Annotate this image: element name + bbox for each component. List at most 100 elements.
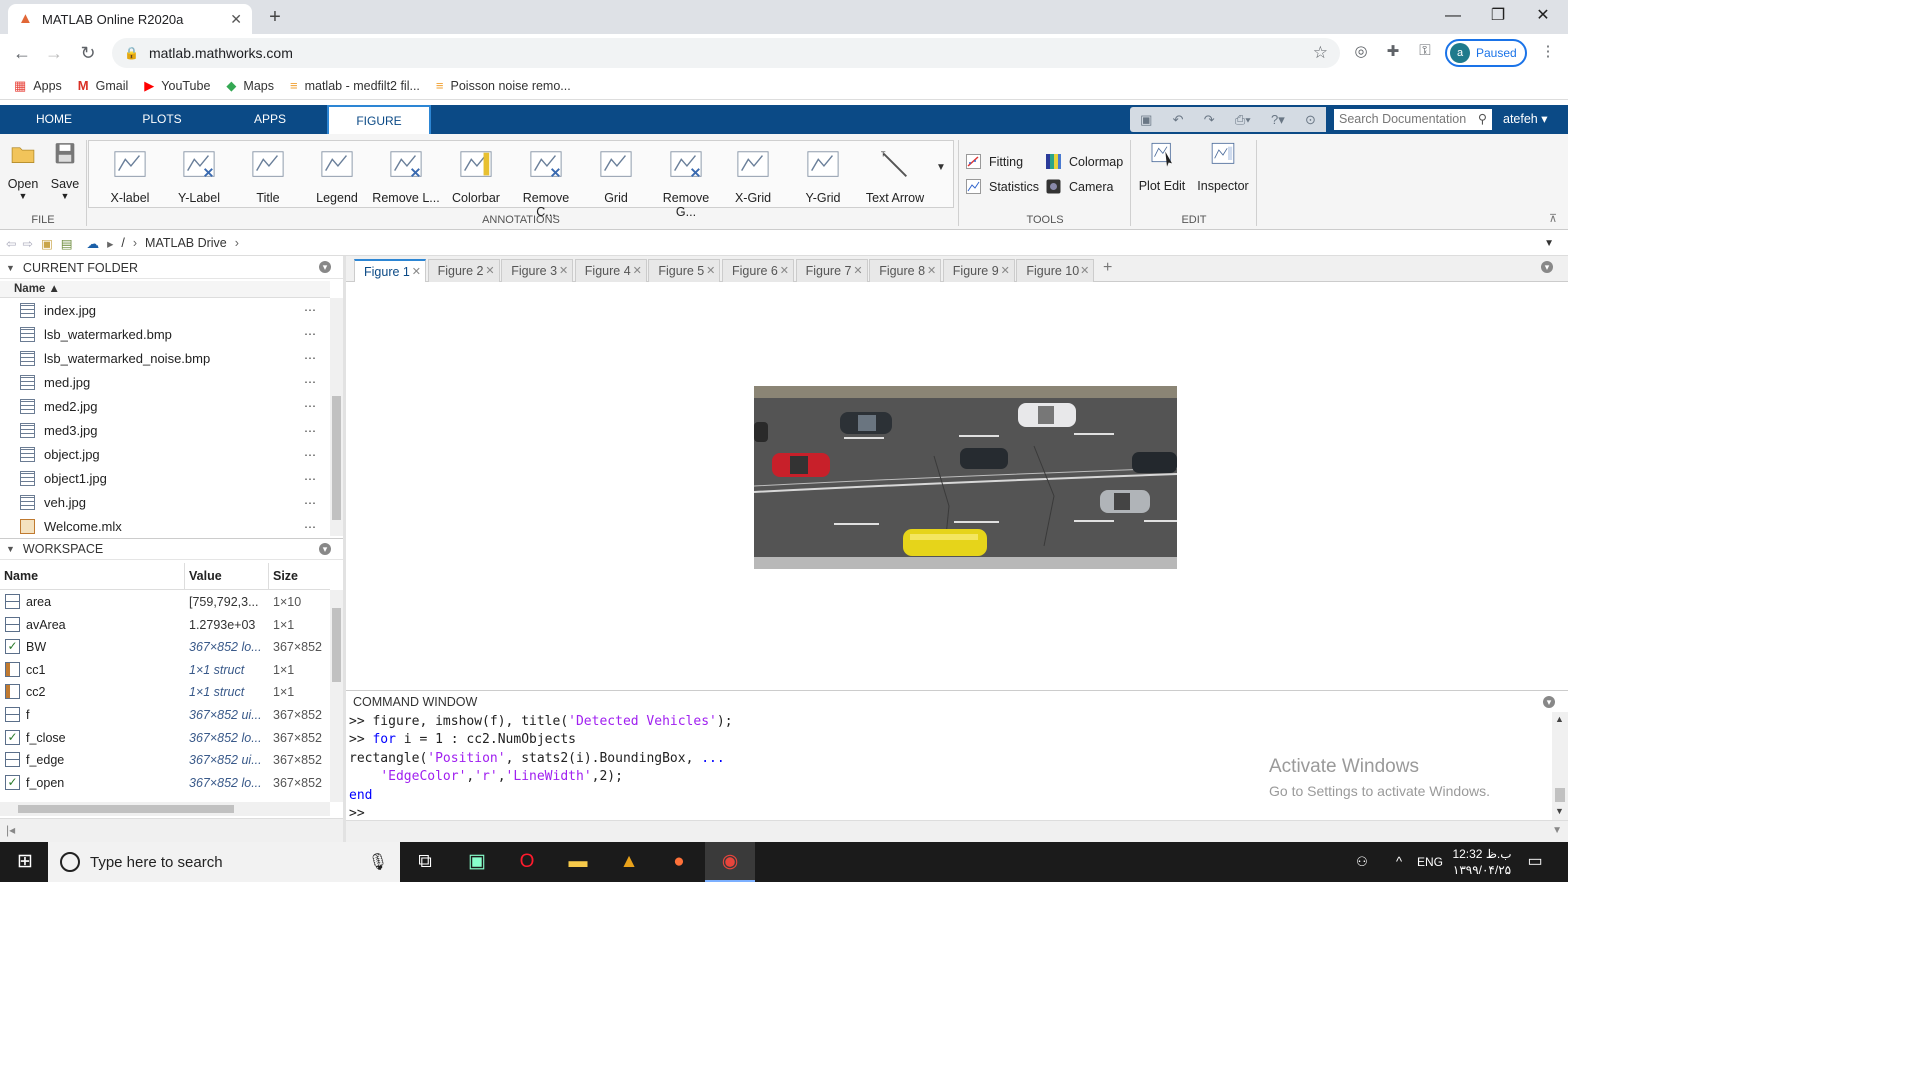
path-folder[interactable]: MATLAB Drive <box>145 236 227 250</box>
tab-figure-4[interactable]: Figure 4 ✕ <box>574 259 647 282</box>
close-tab-icon[interactable]: ✕ <box>1001 264 1010 277</box>
table-row[interactable]: ✓ BW 367×852 lo... 367×852 <box>0 636 330 659</box>
tab-figure-8[interactable]: Figure 8 ✕ <box>869 259 942 282</box>
panel-options-icon[interactable]: ▾ <box>1541 261 1553 273</box>
new-tab-button[interactable]: + <box>262 6 288 30</box>
more-options-icon[interactable]: ⋯ <box>304 399 316 413</box>
annotation-button-5[interactable]: Remove L... <box>372 148 440 205</box>
list-item[interactable]: med3.jpg ⋯ <box>0 419 330 443</box>
firefox-icon[interactable]: ● <box>654 842 704 882</box>
workspace-header[interactable]: ▼ WORKSPACE ▾ <box>0 538 343 560</box>
annotation-button-8[interactable]: Grid <box>584 148 648 205</box>
close-tab-icon[interactable]: ✕ <box>853 264 862 277</box>
figure-canvas[interactable] <box>346 282 1568 688</box>
table-row[interactable]: ✓ f_open 367×852 lo... 367×852 <box>0 772 330 795</box>
tab-figure-1[interactable]: Figure 1 ✕ <box>354 259 426 283</box>
profile-button[interactable]: a Paused <box>1445 39 1527 67</box>
inspector-button[interactable]: Inspector <box>1194 140 1252 193</box>
key-icon[interactable]: ⚿ <box>1413 42 1437 64</box>
menu-icon[interactable]: ⋮ <box>1536 42 1560 64</box>
table-row[interactable]: cc1 1×1 struct 1×1 <box>0 659 330 682</box>
column-value[interactable]: Value <box>189 569 222 583</box>
colormap-button[interactable]: Colormap <box>1046 154 1123 169</box>
collapse-toolstrip-icon[interactable]: ⊼ <box>1549 212 1557 225</box>
bookmark-apps[interactable]: ▦ Apps <box>14 78 62 94</box>
more-options-icon[interactable]: ⋯ <box>304 520 316 534</box>
close-window-button[interactable]: ✕ <box>1520 2 1566 32</box>
scroll-down-icon[interactable]: ▼ <box>1555 806 1564 816</box>
tab-apps[interactable]: APPS <box>230 105 310 134</box>
maximize-button[interactable]: ❐ <box>1475 2 1521 32</box>
close-tab-icon[interactable]: ✕ <box>485 264 494 277</box>
close-tab-icon[interactable]: ✕ <box>230 11 242 28</box>
panel-options-icon[interactable]: ▾ <box>319 261 331 273</box>
windows-start-icon[interactable]: ⊞ <box>0 842 50 882</box>
collapse-icon[interactable]: ▼ <box>6 263 15 273</box>
close-tab-icon[interactable]: ✕ <box>780 264 789 277</box>
fitting-button[interactable]: Fitting <box>966 154 1023 169</box>
show-hidden-icons[interactable]: ^ <box>1386 842 1412 882</box>
path-dropdown-icon[interactable]: ▼ <box>1544 238 1554 249</box>
annotation-button-10[interactable]: X-Grid <box>720 148 786 205</box>
more-options-icon[interactable]: ⋯ <box>304 327 316 341</box>
annotation-button-7[interactable]: Remove C... <box>512 148 580 219</box>
language-indicator[interactable]: ENG <box>1414 842 1446 882</box>
print-icon[interactable]: ⎙▾ <box>1235 112 1251 128</box>
annotation-button-6[interactable]: Colorbar <box>444 148 508 205</box>
annotation-button-2[interactable]: Y-Label <box>166 148 232 205</box>
statistics-button[interactable]: Statistics <box>966 179 1039 194</box>
column-size[interactable]: Size <box>273 569 298 583</box>
opera-icon[interactable]: O <box>502 842 552 882</box>
annotation-button-11[interactable]: Y-Grid <box>790 148 856 205</box>
tab-figure-9[interactable]: Figure 9 ✕ <box>942 259 1015 282</box>
table-row[interactable]: ✓ f_close 367×852 lo... 367×852 <box>0 727 330 750</box>
more-options-icon[interactable]: ⋯ <box>304 375 316 389</box>
forward-arrow-icon[interactable]: ⇨ <box>22 236 32 251</box>
scrollbar-thumb[interactable] <box>332 396 341 520</box>
table-row[interactable]: f 367×852 ui... 367×852 <box>0 704 330 727</box>
folder-scrollbar[interactable] <box>330 298 343 536</box>
up-folder-icon[interactable]: ▣ <box>41 236 53 251</box>
cloud-icon[interactable]: ☁ <box>87 236 100 251</box>
chrome-icon[interactable]: ◉ <box>705 842 755 882</box>
collapse-icon[interactable]: ▼ <box>6 544 15 554</box>
undo-icon[interactable]: ↶ <box>1173 112 1184 128</box>
table-row[interactable]: avArea 1.2793e+03 1×1 <box>0 614 330 637</box>
list-item[interactable]: index.jpg ⋯ <box>0 298 330 322</box>
list-item[interactable]: object1.jpg ⋯ <box>0 467 330 491</box>
annotation-button-1[interactable]: X-label <box>98 148 162 205</box>
current-folder-header[interactable]: ▼ CURRENT FOLDER ▾ <box>0 257 343 279</box>
annotation-button-12[interactable]: T Text Arrow <box>860 148 930 206</box>
more-options-icon[interactable]: ⋯ <box>304 303 316 317</box>
bookmark-gmail[interactable]: M Gmail <box>78 78 129 93</box>
chevron-down-icon[interactable]: ▸ <box>107 236 113 251</box>
list-item[interactable]: med2.jpg ⋯ <box>0 394 330 418</box>
close-tab-icon[interactable]: ✕ <box>927 264 936 277</box>
table-row[interactable]: f_edge 367×852 ui... 367×852 <box>0 749 330 772</box>
more-options-icon[interactable]: ⋯ <box>304 496 316 510</box>
clock[interactable]: 12:32 ب.ظ ۱۳۹۹/۰۴/۲۵ <box>1450 844 1514 884</box>
command-scrollbar[interactable]: ▲ ▼ <box>1552 712 1568 820</box>
list-item[interactable]: veh.jpg ⋯ <box>0 491 330 515</box>
people-icon[interactable]: ⚇ <box>1348 842 1376 882</box>
list-item[interactable]: Welcome.mlx ⋯ <box>0 515 330 539</box>
redo-icon[interactable]: ↷ <box>1204 112 1215 128</box>
save-icon[interactable]: ▣ <box>1140 112 1152 128</box>
scroll-up-icon[interactable]: ▲ <box>1555 714 1564 724</box>
tab-figure[interactable]: FIGURE <box>327 105 431 134</box>
bookmark-maps[interactable]: ◆ Maps <box>226 78 274 94</box>
more-options-icon[interactable]: ⋯ <box>304 448 316 462</box>
panel-options-icon[interactable]: ▾ <box>1543 696 1555 708</box>
annotation-button-4[interactable]: Legend <box>304 148 370 205</box>
tab-home[interactable]: HOME <box>14 105 94 134</box>
help-icon[interactable]: ?▾ <box>1271 112 1285 128</box>
close-tab-icon[interactable]: ✕ <box>1080 264 1089 277</box>
panel-options-icon[interactable]: ▾ <box>319 543 331 555</box>
tab-figure-10[interactable]: Figure 10 ✕ <box>1016 259 1095 282</box>
address-bar[interactable]: 🔒 matlab.mathworks.com ☆ <box>112 38 1340 68</box>
open-button[interactable]: Open ▼ <box>4 140 42 201</box>
tab-plots[interactable]: PLOTS <box>122 105 202 134</box>
more-options-icon[interactable]: ⋯ <box>304 424 316 438</box>
vehicle-image[interactable] <box>754 386 1177 569</box>
bookmark-poisson[interactable]: ≡ Poisson noise remo... <box>436 78 571 93</box>
